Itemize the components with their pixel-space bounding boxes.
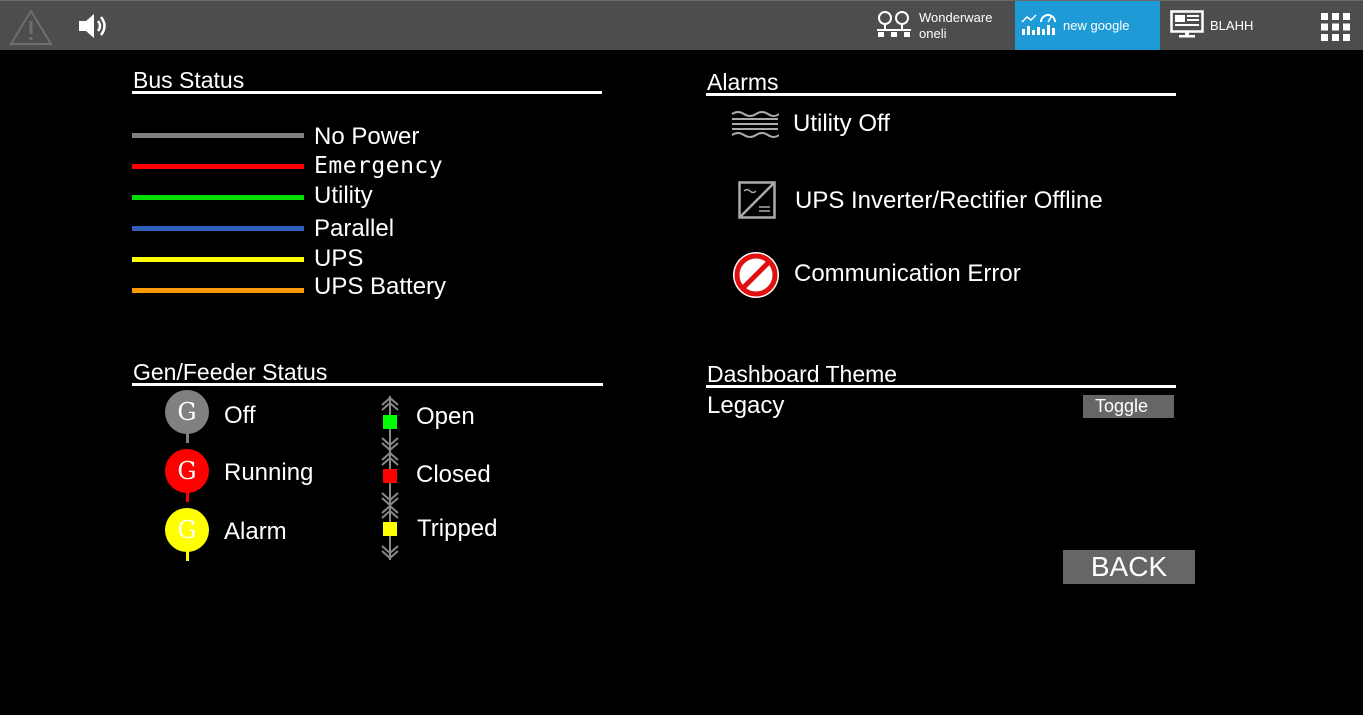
bus-label-emergency: Emergency bbox=[314, 153, 444, 179]
speaker-icon[interactable] bbox=[76, 10, 112, 42]
alarm-label-ups-inverter: UPS Inverter/Rectifier Offline bbox=[795, 187, 1103, 214]
bus-line-no-power bbox=[132, 133, 304, 138]
generator-stem bbox=[186, 551, 189, 561]
bus-label-ups: UPS bbox=[314, 245, 364, 272]
dashboard-theme-title: Dashboard Theme bbox=[706, 361, 1176, 388]
breaker-open-icon bbox=[379, 396, 401, 452]
breaker-tripped-icon bbox=[379, 504, 401, 560]
warning-triangle-icon[interactable] bbox=[8, 7, 54, 47]
alarm-label-utility-off: Utility Off bbox=[793, 110, 890, 137]
breaker-label-closed: Closed bbox=[416, 461, 491, 488]
alarms-title: Alarms bbox=[706, 69, 1176, 96]
bus-line-emergency bbox=[132, 164, 304, 169]
network-icon bbox=[875, 10, 913, 42]
generator-letter: G bbox=[177, 516, 197, 544]
communication-error-icon bbox=[731, 250, 781, 300]
nav-blahh-label: BLAHH bbox=[1210, 18, 1254, 33]
alarm-label-communication-error: Communication Error bbox=[794, 260, 1021, 287]
nav-blahh[interactable]: BLAHH bbox=[1168, 1, 1288, 50]
utility-off-icon bbox=[731, 109, 780, 139]
bus-line-parallel bbox=[132, 226, 304, 231]
bus-label-no-power: No Power bbox=[314, 123, 420, 150]
nav-wonderware-line2: oneli bbox=[919, 25, 947, 41]
monitor-icon bbox=[1170, 10, 1204, 41]
generator-off-icon: G bbox=[165, 390, 209, 434]
app-grid-icon[interactable] bbox=[1320, 12, 1352, 42]
generator-label-off: Off bbox=[224, 402, 256, 429]
generator-letter: G bbox=[177, 457, 197, 485]
dashboard-chart-icon bbox=[1021, 12, 1057, 39]
bus-line-utility bbox=[132, 195, 304, 200]
nav-wonderware[interactable]: Wonderware oneli bbox=[873, 1, 1013, 50]
breaker-state-fill bbox=[383, 522, 397, 536]
breaker-label-open: Open bbox=[416, 403, 475, 430]
breaker-closed-icon bbox=[379, 451, 401, 507]
bus-label-ups-battery: UPS Battery bbox=[314, 273, 447, 300]
back-button[interactable]: BACK bbox=[1063, 550, 1195, 584]
nav-new-google-label: new google bbox=[1063, 18, 1130, 33]
breaker-state-fill bbox=[383, 469, 397, 483]
generator-stem bbox=[186, 492, 189, 502]
gen-feeder-title: Gen/Feeder Status bbox=[132, 359, 603, 386]
bus-line-ups bbox=[132, 257, 304, 262]
top-bar: Wonderware oneli new google BLAHH bbox=[0, 0, 1363, 50]
theme-toggle-button[interactable]: Toggle bbox=[1083, 395, 1174, 418]
bus-status-title: Bus Status bbox=[132, 67, 602, 94]
bus-label-parallel: Parallel bbox=[314, 215, 395, 242]
ups-inverter-icon bbox=[738, 181, 776, 219]
generator-alarm-icon: G bbox=[165, 508, 209, 552]
nav-new-google[interactable]: new google bbox=[1015, 1, 1160, 50]
generator-letter: G bbox=[177, 398, 197, 426]
bus-line-ups-battery bbox=[132, 288, 304, 293]
bus-label-utility: Utility bbox=[314, 182, 373, 209]
theme-current-value: Legacy bbox=[707, 392, 785, 419]
generator-stem bbox=[186, 433, 189, 443]
generator-label-running: Running bbox=[224, 459, 314, 486]
generator-label-alarm: Alarm bbox=[224, 518, 287, 545]
breaker-label-tripped: Tripped bbox=[417, 515, 498, 542]
generator-running-icon: G bbox=[165, 449, 209, 493]
nav-wonderware-line1: Wonderware bbox=[919, 9, 993, 25]
breaker-state-fill bbox=[383, 415, 397, 429]
